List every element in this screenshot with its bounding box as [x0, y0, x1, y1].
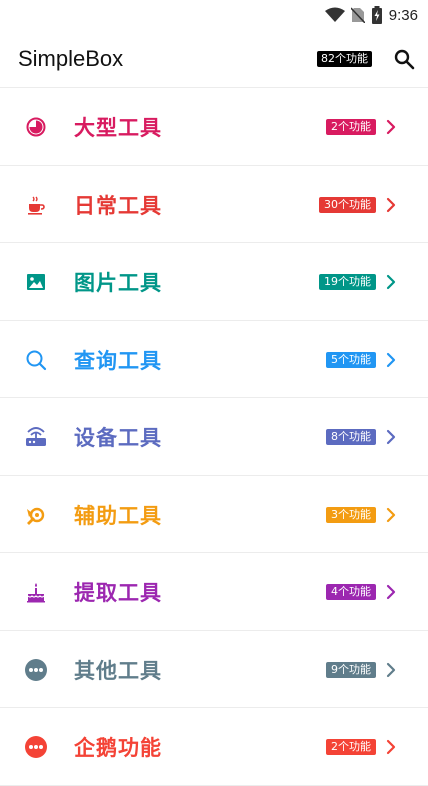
feature-count-badge: 19个功能 [319, 274, 376, 290]
chevron-right-icon [386, 119, 396, 135]
category-row[interactable]: 大型工具 2个功能 [0, 88, 428, 166]
chevron-right-icon [386, 352, 396, 367]
status-time: 9:36 [388, 6, 418, 24]
feature-count-badge: 30个功能 [319, 196, 376, 213]
coffee-icon [28, 196, 45, 215]
category-row[interactable]: 图片工具 19个功能 [0, 243, 428, 321]
category-row[interactable]: 查询工具 5个功能 [0, 321, 428, 398]
category-row[interactable]: 企鹅功能 2个功能 [0, 708, 428, 786]
category-label: 企鹅功能 [74, 736, 162, 760]
category-label: 日常工具 [74, 193, 162, 218]
category-list: 大型工具 2个功能 日常工具 30个功能 图片工具 19个功能 查询工具 5个功能 设备工具 8个… [0, 88, 428, 786]
chevron-right-icon [386, 662, 396, 677]
feature-count-badge: 8个功能 [326, 429, 376, 445]
chevron-right-icon [386, 429, 396, 445]
category-label: 其他工具 [74, 658, 162, 683]
chevron-right-icon [386, 584, 396, 600]
category-row[interactable]: 设备工具 8个功能 [0, 398, 428, 476]
category-label: 提取工具 [74, 581, 162, 605]
feature-count-badge: 5个功能 [326, 351, 376, 368]
category-label: 查询工具 [74, 348, 162, 373]
status-bar: 9:36 [0, 0, 428, 30]
search-icon [26, 350, 47, 370]
chevron-right-icon [386, 274, 396, 290]
tool-icon [27, 507, 45, 525]
more-icon [25, 736, 47, 758]
category-row[interactable]: 其他工具 9个功能 [0, 631, 428, 708]
category-label: 设备工具 [74, 426, 162, 450]
category-label: 图片工具 [74, 271, 162, 295]
feature-count-badge: 3个功能 [326, 506, 376, 523]
category-label: 辅助工具 [74, 503, 162, 528]
no-sim-icon [350, 7, 365, 23]
app-title: SimpleBox [18, 45, 124, 71]
chart-icon [26, 117, 46, 137]
more-icon [25, 658, 47, 681]
image-icon [27, 274, 45, 290]
wifi-icon [324, 7, 345, 22]
search-icon[interactable] [393, 48, 415, 70]
app-bar: SimpleBox 82个功能 [0, 30, 428, 88]
category-row[interactable]: 提取工具 4个功能 [0, 553, 428, 631]
total-feature-count-badge: 82个功能 [317, 51, 372, 67]
feature-count-badge: 9个功能 [326, 661, 376, 678]
router-icon [26, 427, 46, 446]
cake-icon [27, 583, 45, 603]
category-label: 大型工具 [74, 116, 162, 140]
feature-count-badge: 2个功能 [326, 739, 376, 755]
chevron-right-icon [386, 197, 396, 212]
battery-charging-icon [371, 6, 382, 24]
category-row[interactable]: 日常工具 30个功能 [0, 166, 428, 243]
chevron-right-icon [386, 739, 396, 755]
category-row[interactable]: 辅助工具 3个功能 [0, 476, 428, 553]
feature-count-badge: 4个功能 [326, 584, 376, 600]
feature-count-badge: 2个功能 [326, 119, 376, 135]
chevron-right-icon [386, 507, 396, 522]
